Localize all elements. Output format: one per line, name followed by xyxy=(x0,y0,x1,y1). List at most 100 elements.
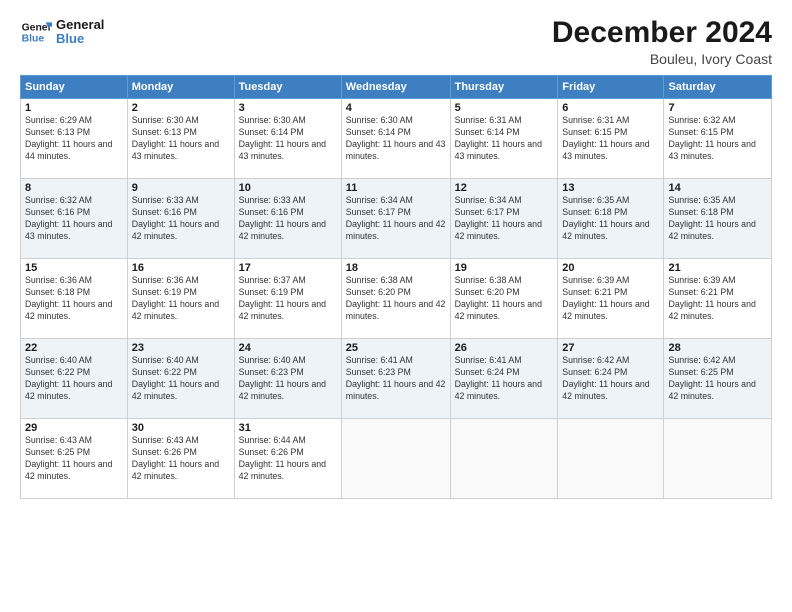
calendar-cell: 30 Sunrise: 6:43 AMSunset: 6:26 PMDaylig… xyxy=(127,419,234,499)
calendar-cell: 7 Sunrise: 6:32 AMSunset: 6:15 PMDayligh… xyxy=(664,99,772,179)
calendar-week-4: 22 Sunrise: 6:40 AMSunset: 6:22 PMDaylig… xyxy=(21,339,772,419)
day-detail: Sunrise: 6:32 AMSunset: 6:15 PMDaylight:… xyxy=(668,115,755,161)
day-detail: Sunrise: 6:29 AMSunset: 6:13 PMDaylight:… xyxy=(25,115,112,161)
day-detail: Sunrise: 6:34 AMSunset: 6:17 PMDaylight:… xyxy=(346,195,446,241)
day-detail: Sunrise: 6:43 AMSunset: 6:25 PMDaylight:… xyxy=(25,435,112,481)
day-number: 27 xyxy=(562,342,659,354)
calendar-cell xyxy=(664,419,772,499)
day-number: 29 xyxy=(25,422,123,434)
day-detail: Sunrise: 6:30 AMSunset: 6:13 PMDaylight:… xyxy=(132,115,219,161)
day-detail: Sunrise: 6:42 AMSunset: 6:24 PMDaylight:… xyxy=(562,355,649,401)
day-detail: Sunrise: 6:40 AMSunset: 6:22 PMDaylight:… xyxy=(25,355,112,401)
title-block: December 2024 Bouleu, Ivory Coast xyxy=(552,16,772,67)
col-saturday: Saturday xyxy=(664,76,772,99)
calendar-header: Sunday Monday Tuesday Wednesday Thursday… xyxy=(21,76,772,99)
calendar-cell: 17 Sunrise: 6:37 AMSunset: 6:19 PMDaylig… xyxy=(234,259,341,339)
day-number: 14 xyxy=(668,182,767,194)
day-detail: Sunrise: 6:32 AMSunset: 6:16 PMDaylight:… xyxy=(25,195,112,241)
day-number: 9 xyxy=(132,182,230,194)
day-detail: Sunrise: 6:40 AMSunset: 6:23 PMDaylight:… xyxy=(239,355,326,401)
calendar-cell: 25 Sunrise: 6:41 AMSunset: 6:23 PMDaylig… xyxy=(341,339,450,419)
calendar-cell: 29 Sunrise: 6:43 AMSunset: 6:25 PMDaylig… xyxy=(21,419,128,499)
day-detail: Sunrise: 6:38 AMSunset: 6:20 PMDaylight:… xyxy=(455,275,542,321)
day-number: 22 xyxy=(25,342,123,354)
subtitle: Bouleu, Ivory Coast xyxy=(552,51,772,67)
main-title: December 2024 xyxy=(552,16,772,49)
svg-text:Blue: Blue xyxy=(22,34,45,45)
calendar-cell xyxy=(558,419,664,499)
col-tuesday: Tuesday xyxy=(234,76,341,99)
calendar-cell: 1 Sunrise: 6:29 AMSunset: 6:13 PMDayligh… xyxy=(21,99,128,179)
calendar-cell: 16 Sunrise: 6:36 AMSunset: 6:19 PMDaylig… xyxy=(127,259,234,339)
col-thursday: Thursday xyxy=(450,76,558,99)
day-number: 16 xyxy=(132,262,230,274)
day-number: 15 xyxy=(25,262,123,274)
day-number: 24 xyxy=(239,342,337,354)
day-number: 12 xyxy=(455,182,554,194)
day-detail: Sunrise: 6:39 AMSunset: 6:21 PMDaylight:… xyxy=(562,275,649,321)
col-wednesday: Wednesday xyxy=(341,76,450,99)
day-detail: Sunrise: 6:35 AMSunset: 6:18 PMDaylight:… xyxy=(562,195,649,241)
day-detail: Sunrise: 6:30 AMSunset: 6:14 PMDaylight:… xyxy=(239,115,326,161)
logo-icon: General Blue xyxy=(20,16,52,48)
calendar-cell: 2 Sunrise: 6:30 AMSunset: 6:13 PMDayligh… xyxy=(127,99,234,179)
day-number: 21 xyxy=(668,262,767,274)
day-detail: Sunrise: 6:39 AMSunset: 6:21 PMDaylight:… xyxy=(668,275,755,321)
day-number: 7 xyxy=(668,102,767,114)
day-detail: Sunrise: 6:36 AMSunset: 6:18 PMDaylight:… xyxy=(25,275,112,321)
day-detail: Sunrise: 6:41 AMSunset: 6:24 PMDaylight:… xyxy=(455,355,542,401)
calendar-cell: 13 Sunrise: 6:35 AMSunset: 6:18 PMDaylig… xyxy=(558,179,664,259)
calendar-cell xyxy=(450,419,558,499)
day-number: 25 xyxy=(346,342,446,354)
day-number: 30 xyxy=(132,422,230,434)
calendar-week-1: 1 Sunrise: 6:29 AMSunset: 6:13 PMDayligh… xyxy=(21,99,772,179)
logo: General Blue General Blue xyxy=(20,16,104,48)
day-detail: Sunrise: 6:41 AMSunset: 6:23 PMDaylight:… xyxy=(346,355,446,401)
day-detail: Sunrise: 6:33 AMSunset: 6:16 PMDaylight:… xyxy=(239,195,326,241)
calendar-week-2: 8 Sunrise: 6:32 AMSunset: 6:16 PMDayligh… xyxy=(21,179,772,259)
calendar-cell: 19 Sunrise: 6:38 AMSunset: 6:20 PMDaylig… xyxy=(450,259,558,339)
day-detail: Sunrise: 6:37 AMSunset: 6:19 PMDaylight:… xyxy=(239,275,326,321)
day-number: 17 xyxy=(239,262,337,274)
calendar-cell: 8 Sunrise: 6:32 AMSunset: 6:16 PMDayligh… xyxy=(21,179,128,259)
day-detail: Sunrise: 6:44 AMSunset: 6:26 PMDaylight:… xyxy=(239,435,326,481)
calendar-cell: 6 Sunrise: 6:31 AMSunset: 6:15 PMDayligh… xyxy=(558,99,664,179)
calendar-body: 1 Sunrise: 6:29 AMSunset: 6:13 PMDayligh… xyxy=(21,99,772,499)
day-number: 10 xyxy=(239,182,337,194)
calendar-cell: 28 Sunrise: 6:42 AMSunset: 6:25 PMDaylig… xyxy=(664,339,772,419)
day-number: 4 xyxy=(346,102,446,114)
day-number: 6 xyxy=(562,102,659,114)
calendar-cell: 18 Sunrise: 6:38 AMSunset: 6:20 PMDaylig… xyxy=(341,259,450,339)
calendar-cell: 27 Sunrise: 6:42 AMSunset: 6:24 PMDaylig… xyxy=(558,339,664,419)
calendar-cell: 12 Sunrise: 6:34 AMSunset: 6:17 PMDaylig… xyxy=(450,179,558,259)
calendar-cell: 14 Sunrise: 6:35 AMSunset: 6:18 PMDaylig… xyxy=(664,179,772,259)
day-number: 31 xyxy=(239,422,337,434)
day-number: 28 xyxy=(668,342,767,354)
calendar-cell: 3 Sunrise: 6:30 AMSunset: 6:14 PMDayligh… xyxy=(234,99,341,179)
calendar-cell: 21 Sunrise: 6:39 AMSunset: 6:21 PMDaylig… xyxy=(664,259,772,339)
calendar-cell: 5 Sunrise: 6:31 AMSunset: 6:14 PMDayligh… xyxy=(450,99,558,179)
calendar-cell: 4 Sunrise: 6:30 AMSunset: 6:14 PMDayligh… xyxy=(341,99,450,179)
day-number: 20 xyxy=(562,262,659,274)
calendar-week-3: 15 Sunrise: 6:36 AMSunset: 6:18 PMDaylig… xyxy=(21,259,772,339)
day-detail: Sunrise: 6:36 AMSunset: 6:19 PMDaylight:… xyxy=(132,275,219,321)
day-number: 13 xyxy=(562,182,659,194)
calendar-cell: 20 Sunrise: 6:39 AMSunset: 6:21 PMDaylig… xyxy=(558,259,664,339)
day-detail: Sunrise: 6:31 AMSunset: 6:15 PMDaylight:… xyxy=(562,115,649,161)
header-row: Sunday Monday Tuesday Wednesday Thursday… xyxy=(21,76,772,99)
calendar-cell: 26 Sunrise: 6:41 AMSunset: 6:24 PMDaylig… xyxy=(450,339,558,419)
col-sunday: Sunday xyxy=(21,76,128,99)
calendar-cell: 24 Sunrise: 6:40 AMSunset: 6:23 PMDaylig… xyxy=(234,339,341,419)
day-detail: Sunrise: 6:40 AMSunset: 6:22 PMDaylight:… xyxy=(132,355,219,401)
day-number: 8 xyxy=(25,182,123,194)
calendar-cell xyxy=(341,419,450,499)
calendar-cell: 22 Sunrise: 6:40 AMSunset: 6:22 PMDaylig… xyxy=(21,339,128,419)
day-number: 3 xyxy=(239,102,337,114)
calendar-cell: 23 Sunrise: 6:40 AMSunset: 6:22 PMDaylig… xyxy=(127,339,234,419)
day-number: 26 xyxy=(455,342,554,354)
calendar: Sunday Monday Tuesday Wednesday Thursday… xyxy=(20,75,772,499)
col-monday: Monday xyxy=(127,76,234,99)
day-number: 5 xyxy=(455,102,554,114)
day-detail: Sunrise: 6:31 AMSunset: 6:14 PMDaylight:… xyxy=(455,115,542,161)
logo-line1: General xyxy=(56,18,104,32)
